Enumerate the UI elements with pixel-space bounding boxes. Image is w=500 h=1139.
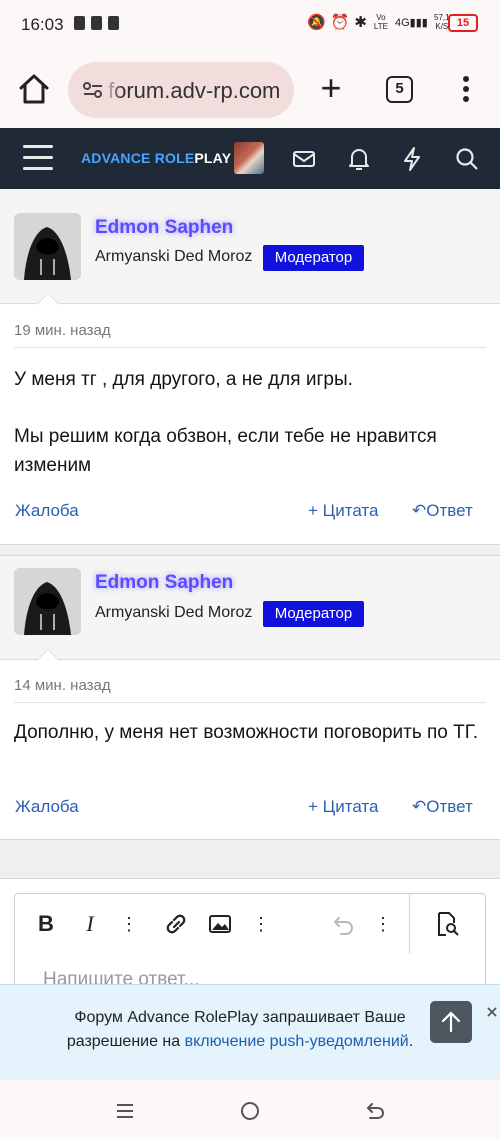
inbox-icon[interactable] (291, 146, 317, 172)
notification-icon (108, 16, 119, 30)
moderator-badge: Модератор (263, 601, 364, 627)
post-body: У меня тг , для другого, а не для игры. … (14, 365, 490, 480)
battery-icon: 15 (448, 14, 478, 32)
system-navigation-bar (0, 1080, 500, 1139)
quote-label: Цитата (322, 797, 379, 816)
post: Edmon Saphen Armyanski Ded Moroz Модерат… (0, 556, 500, 839)
preview-icon[interactable] (433, 910, 461, 938)
more-options-icon[interactable]: ⋮ (373, 910, 393, 938)
logo-part3: PLAY (194, 150, 232, 166)
site-logo[interactable]: ADVANCE ROLEPLAY (81, 150, 231, 166)
post-username[interactable]: Edmon Saphen (95, 572, 233, 594)
hooded-figure-icon (14, 568, 81, 635)
url-text[interactable]: forum.adv-rp.com (108, 78, 290, 104)
post-avatar[interactable] (14, 213, 81, 280)
reply-button[interactable]: ↶Ответ (412, 797, 473, 817)
new-tab-button[interactable]: + (316, 70, 346, 106)
push-banner-text: Форум Advance RolePlay запрашивает Ваше … (30, 1006, 450, 1054)
forum-header: ADVANCE ROLEPLAY (0, 128, 500, 189)
hooded-figure-icon (14, 213, 81, 280)
signal-label: 4G (394, 16, 410, 29)
status-time: 16:03 (21, 15, 64, 34)
system-icons: 🔕 ⏰ ✱ Vo LTE 4G▮▮▮ 57,1 K/S (307, 13, 451, 31)
reply-label: Ответ (426, 501, 473, 520)
url-fade (104, 72, 122, 108)
bold-button[interactable]: B (35, 910, 57, 938)
post: Edmon Saphen Armyanski Ded Moroz Модерат… (0, 189, 500, 544)
push-enable-link[interactable]: включение push-уведомлений (185, 1033, 409, 1050)
site-settings-icon[interactable] (82, 81, 104, 99)
post-time[interactable]: 19 мин. назад (14, 322, 111, 339)
post-body-line: Дополню, у меня нет возможности поговори… (14, 722, 479, 743)
reply-arrow-icon: ↶ (412, 797, 427, 816)
logo-part1: ADVANCE (81, 150, 155, 166)
post-user-block: Edmon Saphen Armyanski Ded Moroz Модерат… (0, 189, 500, 304)
reply-button[interactable]: ↶Ответ (412, 501, 473, 521)
search-icon[interactable] (454, 146, 480, 172)
mute-icon: 🔕 (307, 14, 326, 31)
recent-apps-icon[interactable] (114, 1100, 136, 1122)
plus-icon: + (308, 501, 323, 520)
divider (14, 702, 486, 703)
report-link[interactable]: Жалоба (15, 501, 79, 521)
divider (14, 347, 486, 348)
post-avatar[interactable] (14, 568, 81, 635)
push-notification-banner: Форум Advance RolePlay запрашивает Ваше … (0, 984, 500, 1080)
post-body-line: У меня тг , для другого, а не для игры. (14, 369, 353, 390)
volte-label: Vo LTE (373, 13, 388, 31)
notification-icons (74, 16, 119, 30)
hamburger-menu-icon[interactable] (23, 145, 53, 171)
post-time[interactable]: 14 мин. назад (14, 677, 111, 694)
image-icon[interactable] (207, 910, 233, 938)
browser-menu-icon[interactable] (458, 76, 474, 104)
post-body-line: Мы решим когда обзвон, если тебе не нрав… (14, 426, 437, 476)
signal-icon: 4G▮▮▮ (394, 16, 428, 29)
toolbar-divider (409, 894, 410, 954)
alarm-icon: ⏰ (330, 14, 350, 31)
push-text-after: . (408, 1033, 414, 1050)
notification-icon (74, 16, 85, 30)
post-user-block: Edmon Saphen Armyanski Ded Moroz Модерат… (0, 556, 500, 660)
bluetooth-icon: ✱ (354, 14, 367, 31)
moderator-badge: Модератор (263, 245, 364, 271)
post-username[interactable]: Edmon Saphen (95, 217, 233, 239)
user-avatar[interactable] (234, 142, 264, 174)
post-arrow (36, 649, 60, 661)
address-bar[interactable]: forum.adv-rp.com (68, 62, 294, 118)
post-separator (0, 544, 500, 556)
status-bar: 16:03 🔕 ⏰ ✱ Vo LTE 4G▮▮▮ 57,1 K/S 15 (0, 0, 500, 52)
quote-label: Цитата (322, 501, 379, 520)
browser-toolbar: forum.adv-rp.com + 5 (0, 52, 500, 128)
tab-switcher-button[interactable]: 5 (386, 76, 413, 103)
home-nav-icon[interactable] (239, 1100, 261, 1122)
back-icon[interactable] (364, 1100, 386, 1122)
bell-icon[interactable] (346, 146, 372, 172)
reply-arrow-icon: ↶ (412, 501, 427, 520)
post-user-title: Armyanski Ded Moroz (95, 604, 253, 621)
more-insert-icon[interactable]: ⋮ (251, 910, 271, 938)
post-body: Дополню, у меня нет возможности поговори… (14, 718, 490, 747)
lightning-icon[interactable] (399, 146, 425, 172)
logo-part2: ROLE (154, 150, 195, 166)
post-user-title: Armyanski Ded Moroz (95, 248, 253, 265)
report-link[interactable]: Жалоба (15, 797, 79, 817)
more-format-icon[interactable]: ⋮ (119, 910, 139, 938)
quote-button[interactable]: + Цитата (308, 501, 378, 521)
quote-button[interactable]: + Цитата (308, 797, 378, 817)
net-speed-unit: K/S (435, 22, 449, 31)
editor-separator (0, 839, 500, 879)
scroll-to-top-button[interactable] (430, 1001, 472, 1043)
plus-icon: + (308, 797, 323, 816)
notification-icon (91, 16, 102, 30)
post-arrow (36, 293, 60, 305)
link-icon[interactable] (163, 910, 189, 938)
home-icon[interactable] (17, 72, 51, 106)
italic-button[interactable]: I (79, 910, 101, 938)
undo-icon[interactable] (331, 910, 357, 938)
close-icon[interactable] (487, 1007, 497, 1017)
reply-label: Ответ (426, 797, 473, 816)
